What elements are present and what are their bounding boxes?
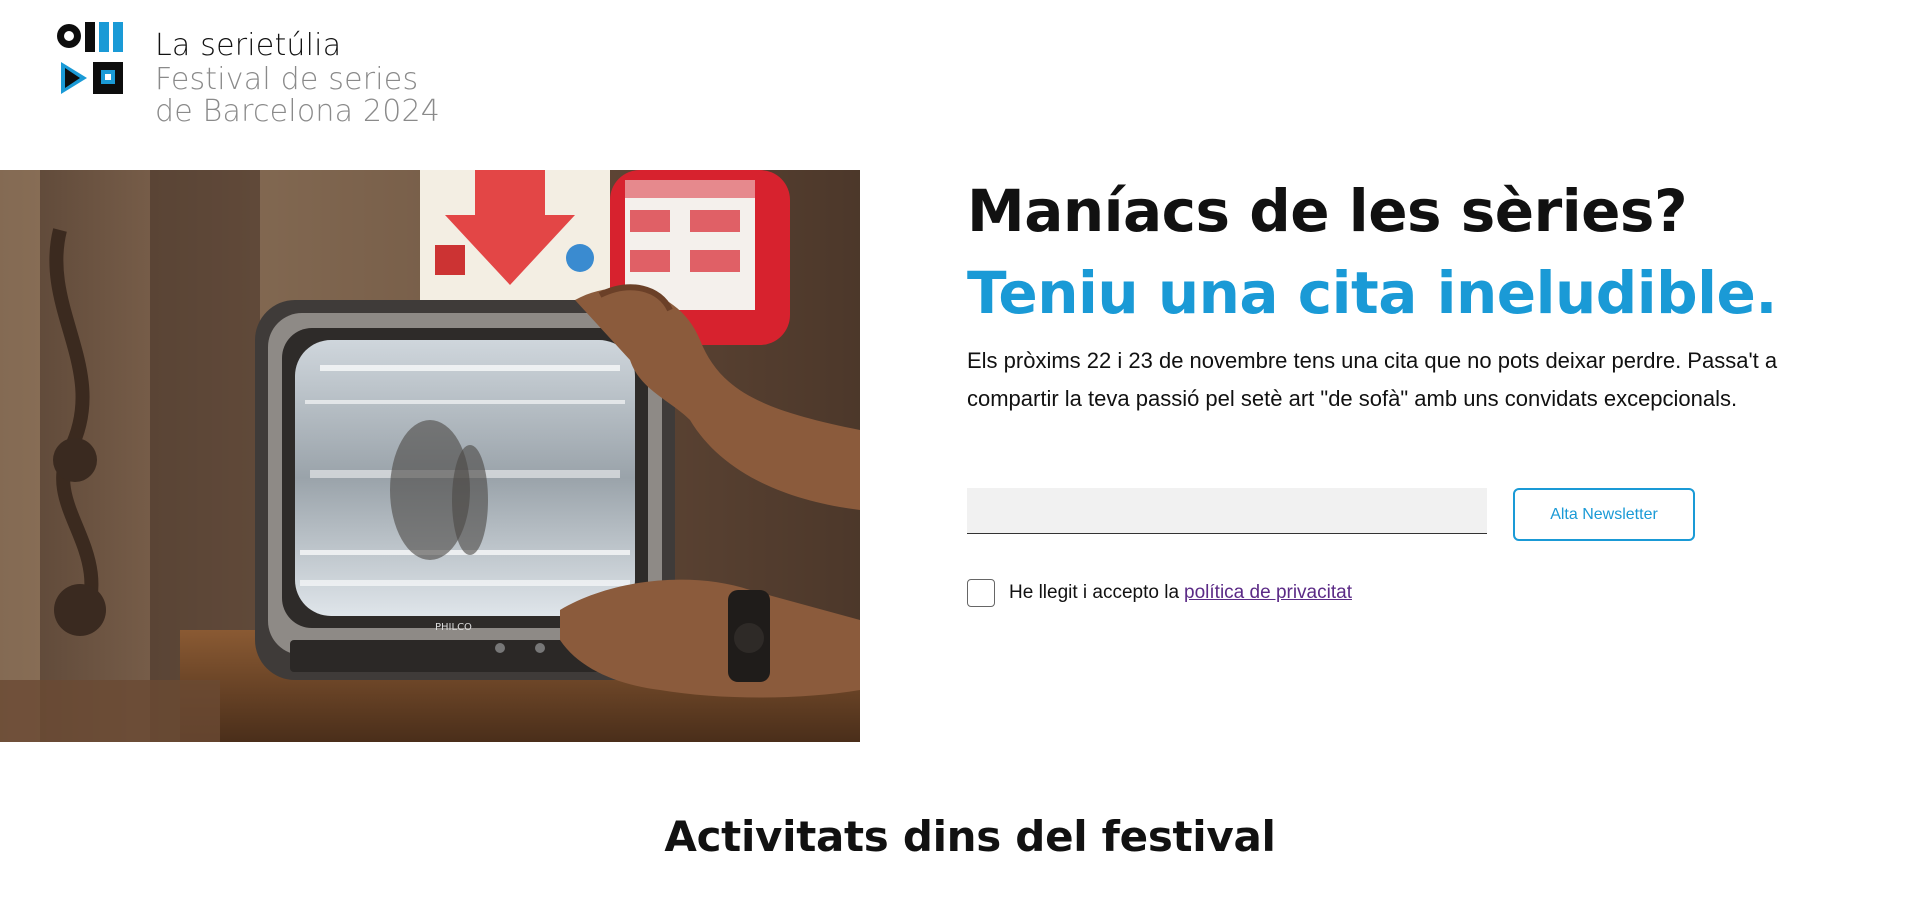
privacy-policy-link[interactable]: política de privacitat [1184,582,1352,604]
brand-subtitle-line1: Festival de series [155,62,419,97]
consent-text: He llegit i accepto la [1009,582,1180,603]
brand-text[interactable]: La serietúlia Festival de series de Barc… [155,28,440,128]
newsletter-form: Alta Newsletter [967,488,1727,548]
activities-title: Activitats dins del festival [664,812,1276,861]
newsletter-signup-button[interactable]: Alta Newsletter [1513,488,1695,541]
hero-content: Maníacs de les sèries? Teniu una cita in… [967,170,1847,418]
privacy-consent: He llegit i accepto la política de priva… [967,578,1352,608]
brand-subtitle-line2: de Barcelona 2024 [155,94,441,129]
tv-photo-illustration: PHILCO [0,170,860,742]
brand-title: La serietúlia [155,28,342,63]
newsletter-email-input[interactable] [967,488,1487,534]
hero-headline: Maníacs de les sèries? Teniu una cita in… [967,170,1847,334]
headline-part1: Maníacs de les sèries? [967,177,1688,245]
tv-brand-label: PHILCO [435,622,472,633]
headline-part2: Teniu una cita ineludible. [967,259,1777,327]
festival-logo-icon[interactable] [55,20,135,100]
privacy-checkbox[interactable] [967,579,995,607]
hero-intro: Els pròxims 22 i 23 de novembre tens una… [967,348,1778,411]
hero-image: PHILCO [0,170,860,742]
site-header: La serietúlia Festival de series de Barc… [0,0,1917,168]
